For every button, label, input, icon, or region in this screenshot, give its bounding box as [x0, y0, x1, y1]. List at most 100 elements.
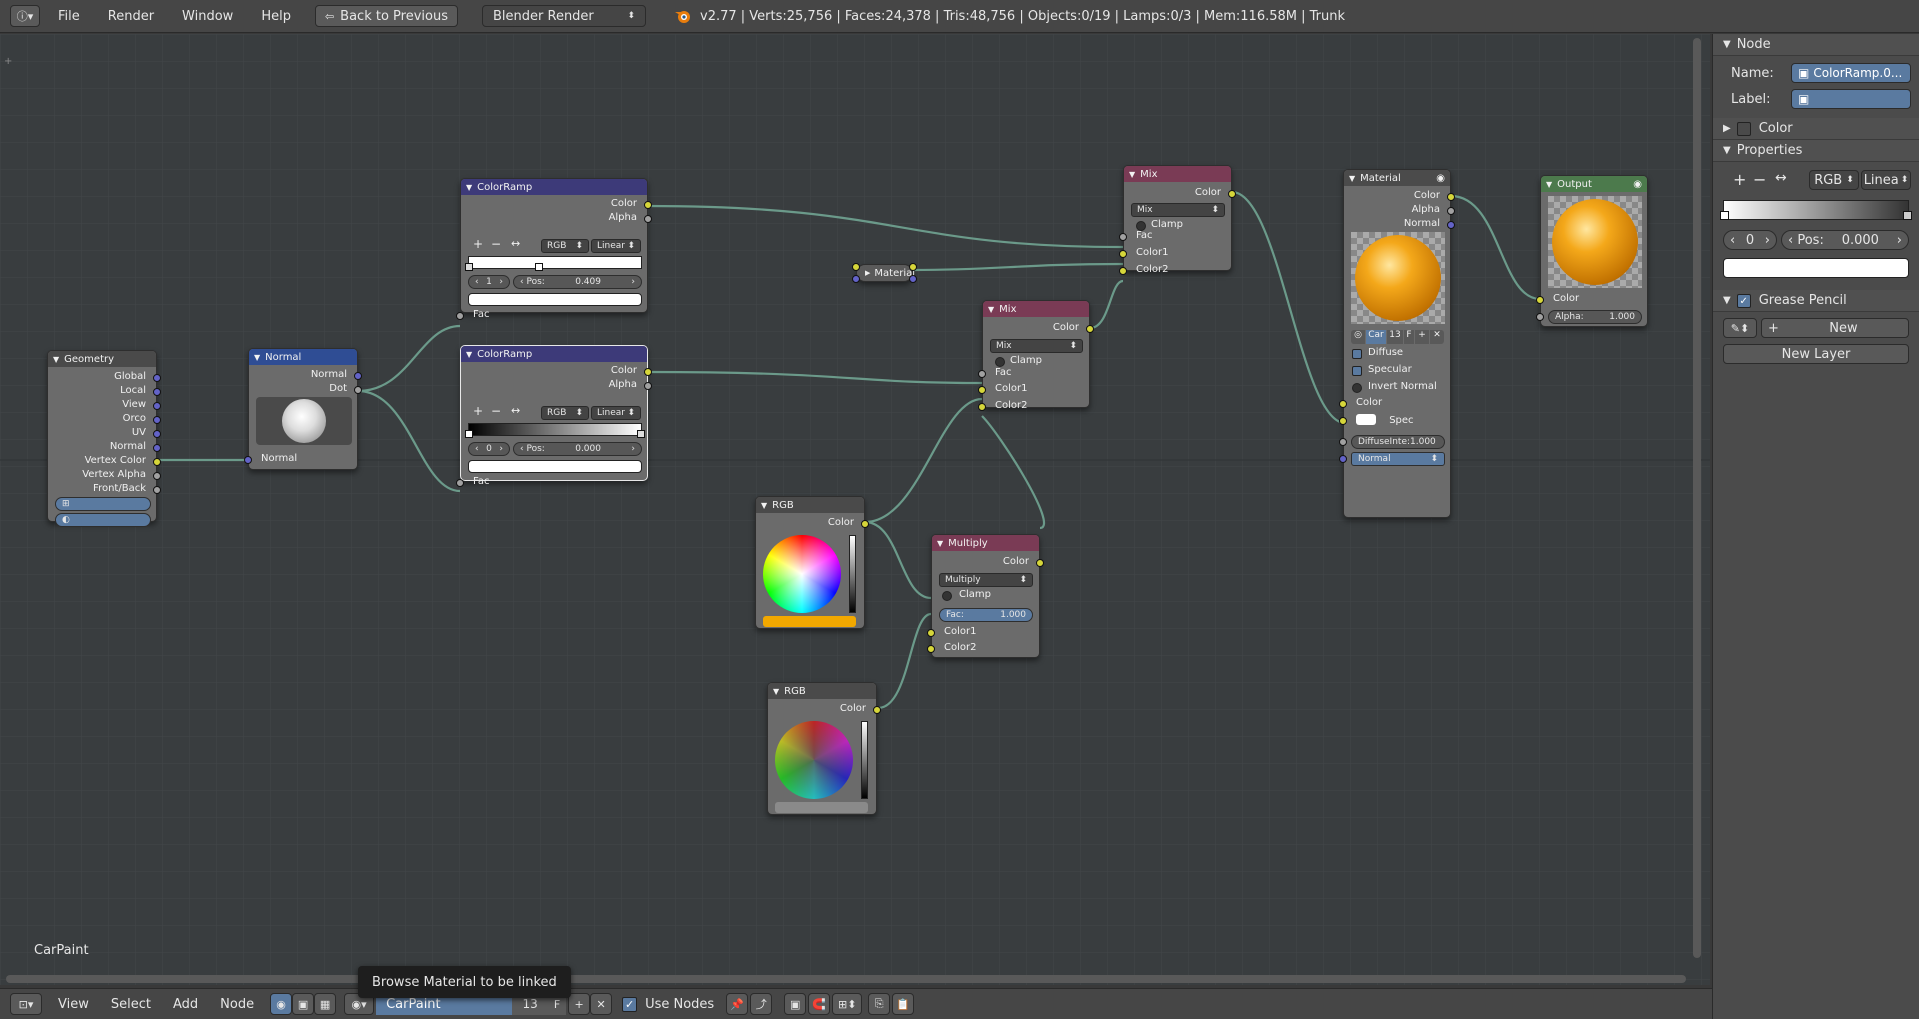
diffuse-checkbox[interactable] — [1352, 349, 1362, 359]
input-socket[interactable] — [1119, 250, 1127, 258]
menu-view[interactable]: View — [58, 997, 89, 1012]
output-socket[interactable] — [873, 706, 881, 714]
collapse-triangle-icon[interactable]: ▼ — [466, 350, 472, 359]
output-socket[interactable] — [153, 486, 161, 494]
output-socket[interactable] — [1447, 193, 1455, 201]
output-socket[interactable] — [909, 275, 917, 283]
stop-index-field[interactable]: ‹ 1 › — [468, 275, 510, 289]
colorramp-node-1[interactable]: ▼ ColorRamp Color Alpha + − ↔ RGB ⬍ Linear… — [456, 178, 652, 320]
input-socket[interactable] — [1119, 267, 1127, 275]
add-stop-icon[interactable]: + — [473, 237, 483, 251]
use-nodes-checkbox[interactable]: ✓ — [622, 996, 638, 1012]
collapse-triangle-icon[interactable]: ▼ — [761, 501, 767, 510]
unlink-material-icon[interactable]: ✕ — [590, 993, 613, 1015]
color-panel-header[interactable]: ▶ Color — [1713, 118, 1919, 140]
output-socket[interactable] — [1086, 325, 1094, 333]
color-wheel[interactable] — [763, 535, 841, 613]
input-socket[interactable] — [244, 456, 252, 464]
menu-select[interactable]: Select — [111, 997, 151, 1012]
blend-type-select[interactable]: Mix ⬍ — [990, 339, 1083, 353]
horizontal-scrollbar[interactable] — [6, 975, 1686, 983]
input-socket[interactable] — [1536, 313, 1544, 321]
node-panel-header[interactable]: ▼ Node — [1713, 34, 1919, 56]
pin-icon[interactable]: 📌 — [726, 993, 749, 1015]
new-layer-button[interactable]: New Layer — [1723, 344, 1909, 364]
mix-node-1[interactable]: ▼ Mix Color Mix ⬍ Clamp Fac Color1 Color2 — [1119, 165, 1236, 275]
stop-position-field[interactable]: ‹ Pos: 0.409 › — [513, 275, 642, 289]
collapse-triangle-icon[interactable]: ▼ — [466, 183, 472, 192]
material-collapsed-node[interactable]: ▶ Material — [852, 263, 917, 283]
add-stop-icon[interactable]: + — [1733, 170, 1746, 189]
collapse-triangle-icon[interactable]: ▼ — [254, 353, 260, 362]
color-swatch[interactable] — [775, 802, 868, 813]
input-socket[interactable] — [978, 370, 986, 378]
interpolation-select[interactable]: Linea ⬍ — [1861, 170, 1911, 190]
input-socket[interactable] — [1339, 438, 1347, 446]
menu-add[interactable]: Add — [173, 997, 198, 1012]
render-engine-select[interactable]: Blender Render ⬍ — [482, 5, 646, 27]
output-socket[interactable] — [354, 386, 362, 394]
stop-color-swatch[interactable] — [468, 293, 642, 306]
color-ramp-widget[interactable] — [465, 256, 642, 271]
preview-toggle-icon[interactable]: ◉ — [1633, 179, 1642, 190]
input-socket[interactable] — [1536, 296, 1544, 304]
output-socket[interactable] — [153, 472, 161, 480]
snap-toggle-icon[interactable]: 🧲 — [808, 993, 831, 1015]
output-socket[interactable] — [354, 372, 362, 380]
color-ramp-widget[interactable] — [465, 423, 645, 438]
compositing-nodes-icon[interactable]: ▣ — [292, 993, 315, 1015]
geometry-node[interactable]: ▼ Geometry Global Local View Orco UV Norm… — [47, 350, 161, 527]
normal-input-field[interactable]: Normal ⬍ — [1351, 452, 1445, 466]
output-socket[interactable] — [153, 430, 161, 438]
fake-user-toggle[interactable]: F — [1404, 330, 1414, 344]
node-label-field[interactable]: ▣ — [1791, 89, 1911, 109]
input-socket[interactable] — [852, 263, 860, 271]
collapse-triangle-icon[interactable]: ▼ — [1349, 174, 1355, 183]
remove-stop-icon[interactable]: − — [491, 237, 501, 251]
pencil-browse-button[interactable]: ✎⬍ — [1723, 318, 1757, 338]
output-socket[interactable] — [153, 402, 161, 410]
output-socket[interactable] — [153, 388, 161, 396]
input-socket[interactable] — [1119, 233, 1127, 241]
color-ramp-widget[interactable] — [1720, 200, 1912, 220]
properties-panel-header[interactable]: ▼ Properties — [1713, 140, 1919, 162]
flip-icon[interactable]: ↔ — [1775, 170, 1787, 186]
material-users-count[interactable]: 13 — [1387, 330, 1403, 344]
ramp-stop-handle-active[interactable] — [1720, 211, 1729, 220]
collapse-triangle-icon[interactable]: ▼ — [53, 355, 59, 364]
interpolation-select[interactable]: Linear ⬍ — [591, 406, 641, 420]
collapse-triangle-icon[interactable]: ▼ — [1129, 170, 1135, 179]
add-material-icon[interactable]: + — [568, 993, 591, 1015]
editor-type-button[interactable]: ⊡▾ — [10, 993, 42, 1015]
node-editor-canvas[interactable]: ▼ Geometry Global Local View Orco UV Norm… — [0, 34, 1710, 985]
vertical-scrollbar[interactable] — [1693, 38, 1701, 958]
alpha-field[interactable]: Alpha: 1.000 — [1548, 310, 1642, 324]
output-socket[interactable] — [909, 263, 917, 271]
rgb-node-1[interactable]: ▼ RGB Color — [755, 496, 869, 629]
mix-node-2[interactable]: ▼ Mix Color Mix ⬍ Clamp Fac Color1 Color2 — [978, 300, 1094, 411]
input-socket[interactable] — [1339, 417, 1347, 425]
rgb-node-2[interactable]: ▼ RGB Color — [767, 682, 881, 815]
output-socket[interactable] — [644, 215, 652, 223]
collapse-triangle-icon[interactable]: ▼ — [773, 687, 779, 696]
grease-pencil-checkbox[interactable]: ✓ — [1736, 293, 1751, 308]
paste-nodes-icon[interactable]: 📋 — [892, 993, 915, 1015]
back-to-previous-button[interactable]: ⇦ Back to Previous — [314, 5, 458, 27]
color-mode-select[interactable]: RGB ⬍ — [541, 239, 589, 253]
output-socket[interactable] — [1036, 559, 1044, 567]
flip-icon[interactable]: ↔ — [511, 404, 520, 417]
blend-type-select[interactable]: Mix ⬍ — [1131, 203, 1225, 217]
editor-type-button[interactable]: ⓘ▾ — [10, 5, 40, 27]
menu-help[interactable]: Help — [261, 9, 291, 24]
flip-icon[interactable]: ↔ — [511, 237, 520, 250]
color-mode-select[interactable]: RGB ⬍ — [1809, 170, 1859, 190]
parent-tree-icon[interactable]: ⤴ — [750, 993, 773, 1015]
stop-index-field[interactable]: ‹ 0 › — [468, 442, 510, 456]
ramp-stop-handle[interactable] — [465, 263, 473, 271]
output-socket[interactable] — [153, 458, 161, 466]
multiply-node[interactable]: ▼ Multiply Color Multiply ⬍ Clamp Fac: 1.00… — [927, 534, 1044, 658]
output-socket[interactable] — [861, 520, 869, 528]
value-slider[interactable] — [849, 535, 856, 613]
output-socket[interactable] — [153, 416, 161, 424]
color-swatch[interactable] — [763, 616, 856, 627]
